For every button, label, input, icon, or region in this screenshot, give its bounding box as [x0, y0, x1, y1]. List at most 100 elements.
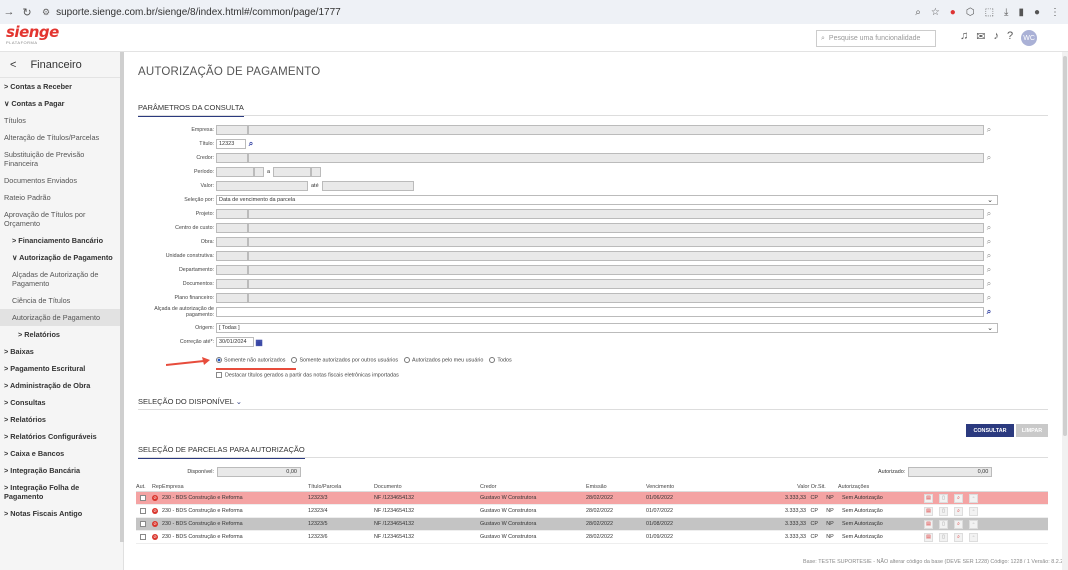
extension2-icon[interactable]: ⬡: [966, 7, 975, 18]
search-icon[interactable]: ⌕: [984, 237, 994, 247]
sienge-logo[interactable]: sienge PLATAFORMA: [6, 25, 66, 47]
radio-outros-usuarios[interactable]: Somente autorizados por outros usuários: [291, 357, 398, 363]
search-icon[interactable]: ⌕: [984, 153, 994, 163]
periodo-start-field[interactable]: [216, 167, 254, 177]
sidebar-item[interactable]: > Notas Fiscais Antigo: [0, 505, 123, 522]
radio-nao-autorizados[interactable]: Somente não autorizados: [216, 357, 285, 363]
column-header[interactable]: Documento: [374, 484, 480, 490]
column-header[interactable]: Credor: [480, 484, 586, 490]
avatar[interactable]: WC: [1021, 30, 1038, 46]
plano-financeiro-code-field[interactable]: [216, 293, 248, 303]
sidebar-item[interactable]: > Administração de Obra: [0, 377, 123, 394]
column-header[interactable]: Empresa: [162, 484, 308, 490]
sidebar-item[interactable]: > Integração Bancária: [0, 462, 123, 479]
magnifier-icon[interactable]: ⌕: [954, 532, 963, 542]
row-checkbox[interactable]: [136, 494, 152, 501]
credor-code-field[interactable]: [216, 153, 248, 163]
pdf-icon[interactable]: ▤: [924, 532, 933, 542]
attachment-icon[interactable]: ▫: [969, 532, 978, 542]
magnifier-icon[interactable]: ⌕: [954, 519, 963, 529]
back-icon[interactable]: →: [0, 6, 18, 18]
sidebar-item[interactable]: Autorização de Pagamento: [0, 309, 123, 326]
search-icon[interactable]: ⌕: [984, 307, 994, 317]
sidebar-item[interactable]: > Consultas: [0, 394, 123, 411]
sidebar-item[interactable]: > Relatórios Configuráveis: [0, 428, 123, 445]
disponivel-section-title[interactable]: SELEÇÃO DO DISPONÍVEL ⌄: [138, 397, 242, 406]
alcada-field[interactable]: [216, 307, 984, 317]
sidebar-item[interactable]: Títulos: [0, 112, 123, 129]
megaphone-icon[interactable]: ✉: [976, 30, 985, 46]
attachment-icon[interactable]: ▫: [969, 519, 978, 529]
calendar-icon[interactable]: [254, 167, 264, 177]
table-row[interactable]: ⊘ 230 - BDS Construção e Reforma 12323/4 NF…: [136, 505, 1048, 518]
magnifier-icon[interactable]: ⌕: [954, 506, 963, 516]
column-header[interactable]: Título/Parcela: [308, 484, 374, 490]
column-header[interactable]: Aut.: [136, 484, 152, 490]
search-icon[interactable]: ⌕: [984, 293, 994, 303]
search-icon[interactable]: ⌕: [984, 251, 994, 261]
projeto-code-field[interactable]: [216, 209, 248, 219]
empresa-code-field[interactable]: [216, 125, 248, 135]
sidebar-item[interactable]: Aprovação de Títulos por Orçamento: [0, 206, 123, 232]
sidebar-item[interactable]: > Financiamento Bancário: [0, 232, 123, 249]
centro-custo-code-field[interactable]: [216, 223, 248, 233]
zoom-icon[interactable]: ⌕: [915, 7, 921, 18]
sidebar-item[interactable]: Ciência de Títulos: [0, 292, 123, 309]
headset-icon[interactable]: ♫: [960, 30, 968, 46]
column-header[interactable]: Sit.: [818, 484, 838, 490]
search-input[interactable]: ⌕ Pesquise uma funcionalidade: [816, 30, 936, 47]
table-row[interactable]: ⊘ 230 - BDS Construção e Reforma 12323/3 NF…: [136, 492, 1048, 505]
chevron-left-icon[interactable]: <: [10, 59, 16, 71]
search-icon[interactable]: ⌕: [984, 223, 994, 233]
attachment-icon[interactable]: ▫: [969, 506, 978, 516]
extension-icon[interactable]: ●: [950, 7, 956, 18]
row-checkbox[interactable]: [136, 533, 152, 540]
scrollbar-thumb[interactable]: [1063, 56, 1067, 436]
column-header[interactable]: Vencimento: [646, 484, 708, 490]
calendar-icon[interactable]: [311, 167, 322, 177]
column-header[interactable]: Autorizações: [838, 484, 900, 490]
obra-code-field[interactable]: [216, 237, 248, 247]
document-icon[interactable]: ▯: [939, 519, 948, 529]
sidebar-item[interactable]: > Relatórios: [0, 411, 123, 428]
menu-icon[interactable]: ⋮: [1050, 7, 1060, 18]
document-icon[interactable]: ▯: [939, 493, 948, 503]
column-header[interactable]: Rep.: [152, 484, 162, 490]
calendar-icon[interactable]: ▦: [254, 337, 264, 347]
selecao-select[interactable]: Data de vencimento da parcela ⌄: [216, 195, 998, 205]
row-checkbox[interactable]: [136, 507, 152, 514]
document-icon[interactable]: ▯: [939, 532, 948, 542]
site-info-icon[interactable]: ⚙: [42, 7, 50, 18]
search-icon[interactable]: ⌕: [984, 265, 994, 275]
radio-todos[interactable]: Todos: [489, 357, 512, 363]
bell-icon[interactable]: ♪: [993, 30, 999, 46]
sidebar-item[interactable]: Substituição de Previsão Financeira: [0, 146, 123, 172]
download-icon[interactable]: ⤓: [1004, 7, 1008, 18]
bookmark-icon[interactable]: ☆: [931, 7, 940, 18]
sidebar-item[interactable]: Rateio Padrão: [0, 189, 123, 206]
documentos-code-field[interactable]: [216, 279, 248, 289]
unidade-construtiva-code-field[interactable]: [216, 251, 248, 261]
expand-icon[interactable]: ⌄: [236, 397, 242, 406]
limpar-button[interactable]: LIMPAR: [1016, 424, 1048, 437]
pdf-icon[interactable]: ▤: [924, 493, 933, 503]
document-icon[interactable]: ▯: [939, 506, 948, 516]
correcao-field[interactable]: 30/01/2024: [216, 337, 254, 347]
sidebar-item[interactable]: ∨ Autorização de Pagamento: [0, 249, 123, 266]
sidebar-item[interactable]: > Integração Folha de Pagamento: [0, 479, 123, 505]
profile-icon[interactable]: ●: [1034, 7, 1040, 18]
sidebar-item[interactable]: > Pagamento Escritural: [0, 360, 123, 377]
valor-max-field[interactable]: [321, 181, 414, 191]
row-checkbox[interactable]: [136, 520, 152, 527]
puzzle-icon[interactable]: ⬚: [985, 7, 994, 18]
search-icon[interactable]: ⌕: [246, 139, 256, 149]
departamento-code-field[interactable]: [216, 265, 248, 275]
search-icon[interactable]: ⌕: [984, 209, 994, 219]
sidebar-item[interactable]: > Contas a Receber: [0, 78, 123, 95]
reload-icon[interactable]: ↻: [18, 6, 36, 19]
sidebar-item[interactable]: Alteração de Títulos/Parcelas: [0, 129, 123, 146]
periodo-end-field[interactable]: [273, 167, 312, 177]
sidebar-item[interactable]: > Caixa e Bancos: [0, 445, 123, 462]
sidebar-item[interactable]: > Relatórios: [0, 326, 123, 343]
pdf-icon[interactable]: ▤: [924, 506, 933, 516]
